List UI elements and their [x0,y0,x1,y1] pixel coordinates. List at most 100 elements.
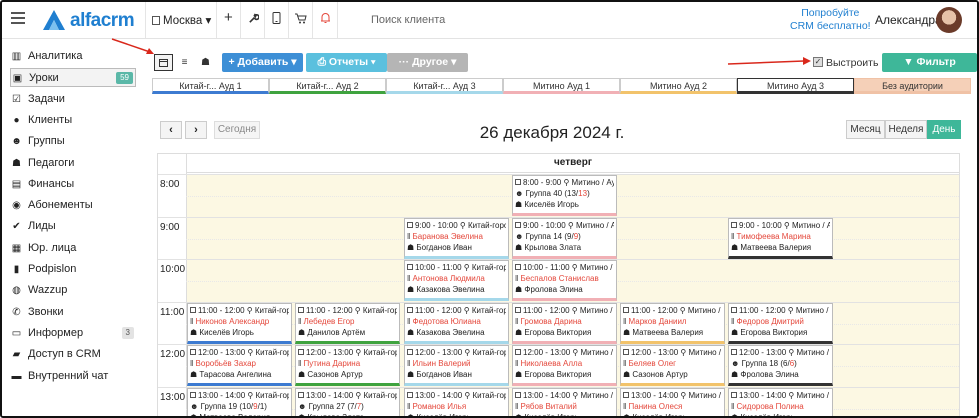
lesson-client[interactable]: ‖ Путина Дарина [298,358,397,369]
lesson-checkbox[interactable] [298,349,304,355]
calendar-view-button[interactable] [154,54,173,71]
lesson-group[interactable]: ☻ Группа 40 (13/13) [515,188,614,199]
lesson-card[interactable]: 10:00 - 11:00 ⚲ Китай-город / А‖ Антонов… [404,260,509,301]
lesson-client[interactable]: ‖ Федотова Юлиана [407,316,506,327]
lesson-checkbox[interactable] [407,349,413,355]
lesson-card[interactable]: 12:00 - 13:00 ⚲ Китай-город / А‖ Воробьё… [187,345,292,386]
lesson-client[interactable]: ‖ Баранова Эвелина [407,231,506,242]
lesson-group[interactable]: ☻ Группа 27 (7/7) [298,401,397,412]
client-search-input[interactable]: Поиск клиента [371,14,445,26]
view-month-button[interactable]: Месяц [846,120,885,139]
room-tab-6[interactable]: Без аудитории [854,78,971,94]
lesson-checkbox[interactable] [407,221,413,228]
lesson-checkbox[interactable] [731,349,737,355]
lesson-checkbox[interactable] [623,391,629,398]
lesson-card[interactable]: 12:00 - 13:00 ⚲ Китай-город / А‖ Ильин В… [404,345,509,386]
lesson-client[interactable]: ‖ Николаева Алла [515,358,614,369]
other-button[interactable]: ··· Другое ▾ [387,53,468,72]
lesson-card[interactable]: 9:00 - 10:00 ⚲ Китай-город / Ауд‖ Барано… [404,217,509,259]
sidebar-item-8[interactable]: ✔ Лиды [10,217,136,236]
lesson-card[interactable]: 8:00 - 9:00 ⚲ Митино / Ауд 1☻ Группа 40 … [512,175,617,216]
lesson-checkbox[interactable] [731,221,737,228]
lesson-card[interactable]: 13:00 - 14:00 ⚲ Митино / Ауд 3‖ Сидорова… [728,387,833,416]
lesson-card[interactable]: 11:00 - 12:00 ⚲ Митино / Ауд 2‖ Марков Д… [620,302,725,344]
lesson-card[interactable]: 9:00 - 10:00 ⚲ Митино / Ауд 1☻ Группа 14… [512,217,617,259]
lesson-group[interactable]: ☻ Группа 14 (9/9) [515,231,614,242]
bell-icon[interactable] [320,12,331,27]
lesson-card[interactable]: 12:00 - 13:00 ⚲ Китай-город / А‖ Путина … [295,345,400,386]
schedule-view-button[interactable]: ☗ [196,54,215,71]
lesson-checkbox[interactable] [190,391,196,398]
lesson-card[interactable]: 11:00 - 12:00 ⚲ Китай-город / А‖ Никонов… [187,302,292,344]
logo[interactable]: alfacrm [42,9,136,31]
lesson-checkbox[interactable] [515,391,521,398]
lesson-client[interactable]: ‖ Федоров Дмитрий [731,316,830,327]
lesson-card[interactable]: 12:00 - 13:00 ⚲ Митино / Ауд 2‖ Беляев О… [620,345,725,386]
view-day-button[interactable]: День [927,120,961,139]
lesson-card[interactable]: 13:00 - 14:00 ⚲ Китай-город / А☻ Группа … [187,387,292,416]
lesson-checkbox[interactable] [298,306,304,313]
lesson-client[interactable]: ‖ Антонова Людмила [407,273,506,284]
lesson-card[interactable]: 13:00 - 14:00 ⚲ Митино / Ауд 1‖ Рябов Ви… [512,387,617,416]
sidebar-item-15[interactable]: ▬ Внутренний чат [10,367,136,386]
lesson-card[interactable]: 12:00 - 13:00 ⚲ Митино / Ауд 1‖ Николаев… [512,345,617,386]
lesson-client[interactable]: ‖ Марков Даниил [623,316,722,327]
phone-icon[interactable] [272,12,281,27]
lesson-checkbox[interactable] [407,264,413,270]
lesson-checkbox[interactable] [190,349,196,355]
lesson-client[interactable]: ‖ Воробьёв Захар [190,358,289,369]
lesson-checkbox[interactable] [298,391,304,398]
lesson-group[interactable]: ☻ Группа 19 (10/9/1) [190,401,289,412]
list-view-button[interactable]: ≡ [175,54,194,71]
lesson-client[interactable]: ‖ Рябов Виталий [515,401,614,412]
align-checkbox[interactable]: ✓ [813,57,823,67]
sidebar-item-3[interactable]: ● Клиенты [10,111,136,130]
sidebar-item-4[interactable]: ☻ Группы [10,132,136,151]
lesson-card[interactable]: 9:00 - 10:00 ⚲ Митино / Ауд 3‖ Тимофеева… [728,217,833,259]
user-name[interactable]: Александра [875,13,942,27]
sidebar-item-13[interactable]: ▭ Информер 3 [10,324,136,343]
lesson-checkbox[interactable] [515,221,521,228]
promo-link[interactable]: Попробуйте CRM бесплатно! [790,7,871,33]
lesson-checkbox[interactable] [190,306,196,313]
lesson-card[interactable]: 11:00 - 12:00 ⚲ Китай-город / А‖ Лебедев… [295,302,400,344]
city-selector[interactable]: Москва ▾ [152,13,211,27]
lesson-client[interactable]: ‖ Панина Олеся [623,401,722,412]
room-tab-5[interactable]: Митино Ауд 3 [737,78,854,94]
menu-icon[interactable] [11,12,25,26]
lesson-client[interactable]: ‖ Сидорова Полина [731,401,830,412]
room-tab-2[interactable]: Китай-г... Ауд 3 [386,78,503,94]
reports-button[interactable]: ⎙ Отчеты ▾ [306,53,387,72]
lesson-card[interactable]: 13:00 - 14:00 ⚲ Китай-город / А‖ Романов… [404,387,509,416]
lesson-client[interactable]: ‖ Громова Дарина [515,316,614,327]
lesson-card[interactable]: 11:00 - 12:00 ⚲ Митино / Ауд 3‖ Федоров … [728,302,833,344]
sidebar-item-5[interactable]: ☗ Педагоги [10,154,136,173]
sidebar-item-6[interactable]: ▤ Финансы [10,175,136,194]
sidebar-item-11[interactable]: ◍ Wazzup [10,281,136,300]
avatar[interactable] [936,7,962,33]
lesson-checkbox[interactable] [515,349,521,355]
lesson-card[interactable]: 11:00 - 12:00 ⚲ Митино / Ауд 1‖ Громова … [512,302,617,344]
plus-icon[interactable]: + [224,9,233,26]
lesson-card[interactable]: 13:00 - 14:00 ⚲ Китай-город / А☻ Группа … [295,387,400,416]
lesson-client[interactable]: ‖ Романов Илья [407,401,506,412]
filter-button[interactable]: ▼ Фильтр [882,53,977,72]
lesson-checkbox[interactable] [515,264,521,270]
room-tab-1[interactable]: Китай-г... Ауд 2 [269,78,386,94]
lesson-checkbox[interactable] [731,306,737,313]
lesson-checkbox[interactable] [407,306,413,313]
lesson-checkbox[interactable] [623,349,629,355]
sidebar-item-1[interactable]: ▣ Уроки 59 [10,68,136,88]
lesson-client[interactable]: ‖ Лебедев Егор [298,316,397,327]
lesson-checkbox[interactable] [623,306,629,313]
room-tab-0[interactable]: Китай-г... Ауд 1 [152,78,269,94]
lesson-client[interactable]: ‖ Тимофеева Марина [731,231,830,242]
lesson-checkbox[interactable] [515,306,521,313]
lesson-checkbox[interactable] [515,179,521,185]
cart-icon[interactable] [295,12,307,27]
lesson-card[interactable]: 12:00 - 13:00 ⚲ Митино / Ауд 3☻ Группа 1… [728,345,833,386]
sidebar-item-10[interactable]: ▮ Podpislon [10,260,136,279]
room-tab-3[interactable]: Митино Ауд 1 [503,78,620,94]
room-tab-4[interactable]: Митино Ауд 2 [620,78,737,94]
sidebar-item-12[interactable]: ✆ Звонки [10,303,136,322]
